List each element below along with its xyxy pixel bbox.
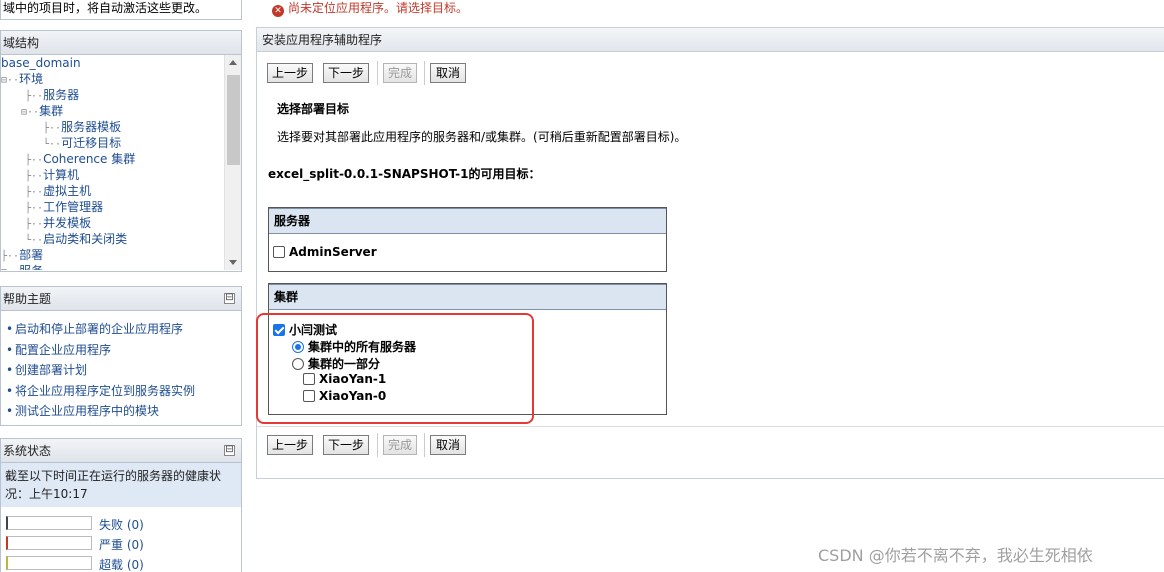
watermark: CSDN @你若不离不弃，我必生死相依 xyxy=(818,546,1093,565)
button-separator xyxy=(424,61,425,85)
status-row-failed: 失败 (0) xyxy=(1,513,241,533)
system-status-title: 系统状态 ⊟ xyxy=(1,439,241,463)
error-message: ✕ 尚未定位应用程序。请选择目标。 xyxy=(272,0,468,17)
checkbox[interactable] xyxy=(273,246,285,258)
available-targets-title: excel_split-0.0.1-SNAPSHOT-1的可用目标： xyxy=(268,167,541,181)
help-link[interactable]: 配置企业应用程序 xyxy=(6,340,241,361)
section-title: 选择部署目标 xyxy=(277,102,350,116)
status-link[interactable]: 超载 (0) xyxy=(99,556,144,572)
tree-expand-icon[interactable]: ⊟·· xyxy=(21,107,39,118)
domain-structure-title: 域结构 xyxy=(1,31,241,55)
domain-structure-panel: 域结构 base_domain ⊟··环境 ├··服务器 ⊟··集群 ├··服务… xyxy=(0,30,242,272)
change-center-note: 域中的项目时，将自动激活这些更改。 xyxy=(0,0,242,20)
button-separator xyxy=(377,61,378,85)
scroll-up-arrow-icon[interactable] xyxy=(229,60,237,65)
next-button[interactable]: 下一步 xyxy=(323,63,369,83)
tree-expand-icon[interactable]: ⊟·· xyxy=(1,75,19,86)
help-link[interactable]: 将企业应用程序定位到服务器实例 xyxy=(6,381,241,402)
left-sidebar: 域中的项目时，将自动激活这些更改。 域结构 base_domain ⊟··环境 … xyxy=(0,0,244,572)
button-separator xyxy=(424,433,425,457)
status-bar xyxy=(6,556,92,570)
next-button-bottom[interactable]: 下一步 xyxy=(323,435,369,455)
clusters-box: 集群 小闫测试 集群中的所有服务器 集群的一部分 XiaoYan-1 XiaoY… xyxy=(268,283,667,415)
cluster-option[interactable]: 小闫测试 xyxy=(273,321,337,338)
collapse-icon[interactable]: ⊟ xyxy=(224,293,235,304)
clusters-header: 集群 xyxy=(269,284,666,310)
wizard-title: 安装应用程序辅助程序 xyxy=(257,28,1164,52)
domain-tree: base_domain ⊟··环境 ├··服务器 ⊟··集群 ├··服务器模板 … xyxy=(1,55,241,270)
help-link[interactable]: 创建部署计划 xyxy=(6,360,241,381)
checkbox[interactable] xyxy=(303,390,315,402)
install-wizard: 安装应用程序辅助程序 上一步 下一步 完成 取消 选择部署目标 选择要对其部署此… xyxy=(256,27,1164,479)
scroll-thumb[interactable] xyxy=(227,75,240,165)
status-row-critical: 严重 (0) xyxy=(1,533,241,553)
help-link[interactable]: 测试企业应用程序中的模块 xyxy=(6,401,241,422)
prev-button-bottom[interactable]: 上一步 xyxy=(267,435,313,455)
system-status-panel: 系统状态 ⊟ 截至以下时间正在运行的服务器的健康状况：上午10:17 失败 (0… xyxy=(0,438,242,572)
cluster-partial-option[interactable]: 集群的一部分 xyxy=(292,355,380,372)
tree-expand-icon[interactable]: ⊞·· xyxy=(1,267,19,270)
collapse-icon[interactable]: ⊟ xyxy=(224,445,235,456)
status-link[interactable]: 失败 (0) xyxy=(99,516,144,533)
scroll-down-arrow-icon[interactable] xyxy=(229,260,237,265)
server-option-adminserver[interactable]: AdminServer xyxy=(273,245,377,259)
radio[interactable] xyxy=(292,358,304,370)
help-link[interactable]: 启动和停止部署的企业应用程序 xyxy=(6,319,241,340)
radio-selected[interactable] xyxy=(292,341,304,353)
change-center-note-text: 域中的项目时，将自动激活这些更改。 xyxy=(3,1,208,15)
servers-header: 服务器 xyxy=(269,208,666,234)
button-separator xyxy=(377,433,378,457)
finish-button-bottom[interactable]: 完成 xyxy=(383,435,417,455)
cancel-button[interactable]: 取消 xyxy=(430,63,466,83)
help-topics-list: 启动和停止部署的企业应用程序 配置企业应用程序 创建部署计划 将企业应用程序定位… xyxy=(1,311,241,422)
cluster-all-servers-option[interactable]: 集群中的所有服务器 xyxy=(292,338,416,355)
cancel-button-bottom[interactable]: 取消 xyxy=(430,435,466,455)
checkbox-checked[interactable] xyxy=(273,324,285,336)
tree-node-services[interactable]: ⊞··服务 xyxy=(1,263,43,270)
error-icon: ✕ xyxy=(272,5,284,17)
cluster-member-xiaoyan-0[interactable]: XiaoYan-0 xyxy=(303,389,386,403)
status-bar xyxy=(6,516,92,530)
divider xyxy=(257,426,1164,427)
status-row-overloaded: 超载 (0) xyxy=(1,553,241,572)
help-topics-title: 帮助主题 ⊟ xyxy=(1,287,241,311)
servers-box: 服务器 AdminServer xyxy=(268,207,667,272)
prev-button[interactable]: 上一步 xyxy=(267,63,313,83)
tree-node-base-domain[interactable]: base_domain xyxy=(1,55,81,71)
cluster-member-xiaoyan-1[interactable]: XiaoYan-1 xyxy=(303,372,386,386)
checkbox[interactable] xyxy=(303,373,315,385)
system-status-description: 截至以下时间正在运行的服务器的健康状况：上午10:17 xyxy=(1,463,241,507)
status-bar xyxy=(6,536,92,550)
help-topics-panel: 帮助主题 ⊟ 启动和停止部署的企业应用程序 配置企业应用程序 创建部署计划 将企… xyxy=(0,286,242,426)
section-description: 选择要对其部署此应用程序的服务器和/或集群。(可稍后重新配置部署目标)。 xyxy=(277,130,687,144)
tree-scrollbar[interactable] xyxy=(224,55,241,270)
finish-button[interactable]: 完成 xyxy=(383,63,417,83)
status-link[interactable]: 严重 (0) xyxy=(99,536,144,553)
